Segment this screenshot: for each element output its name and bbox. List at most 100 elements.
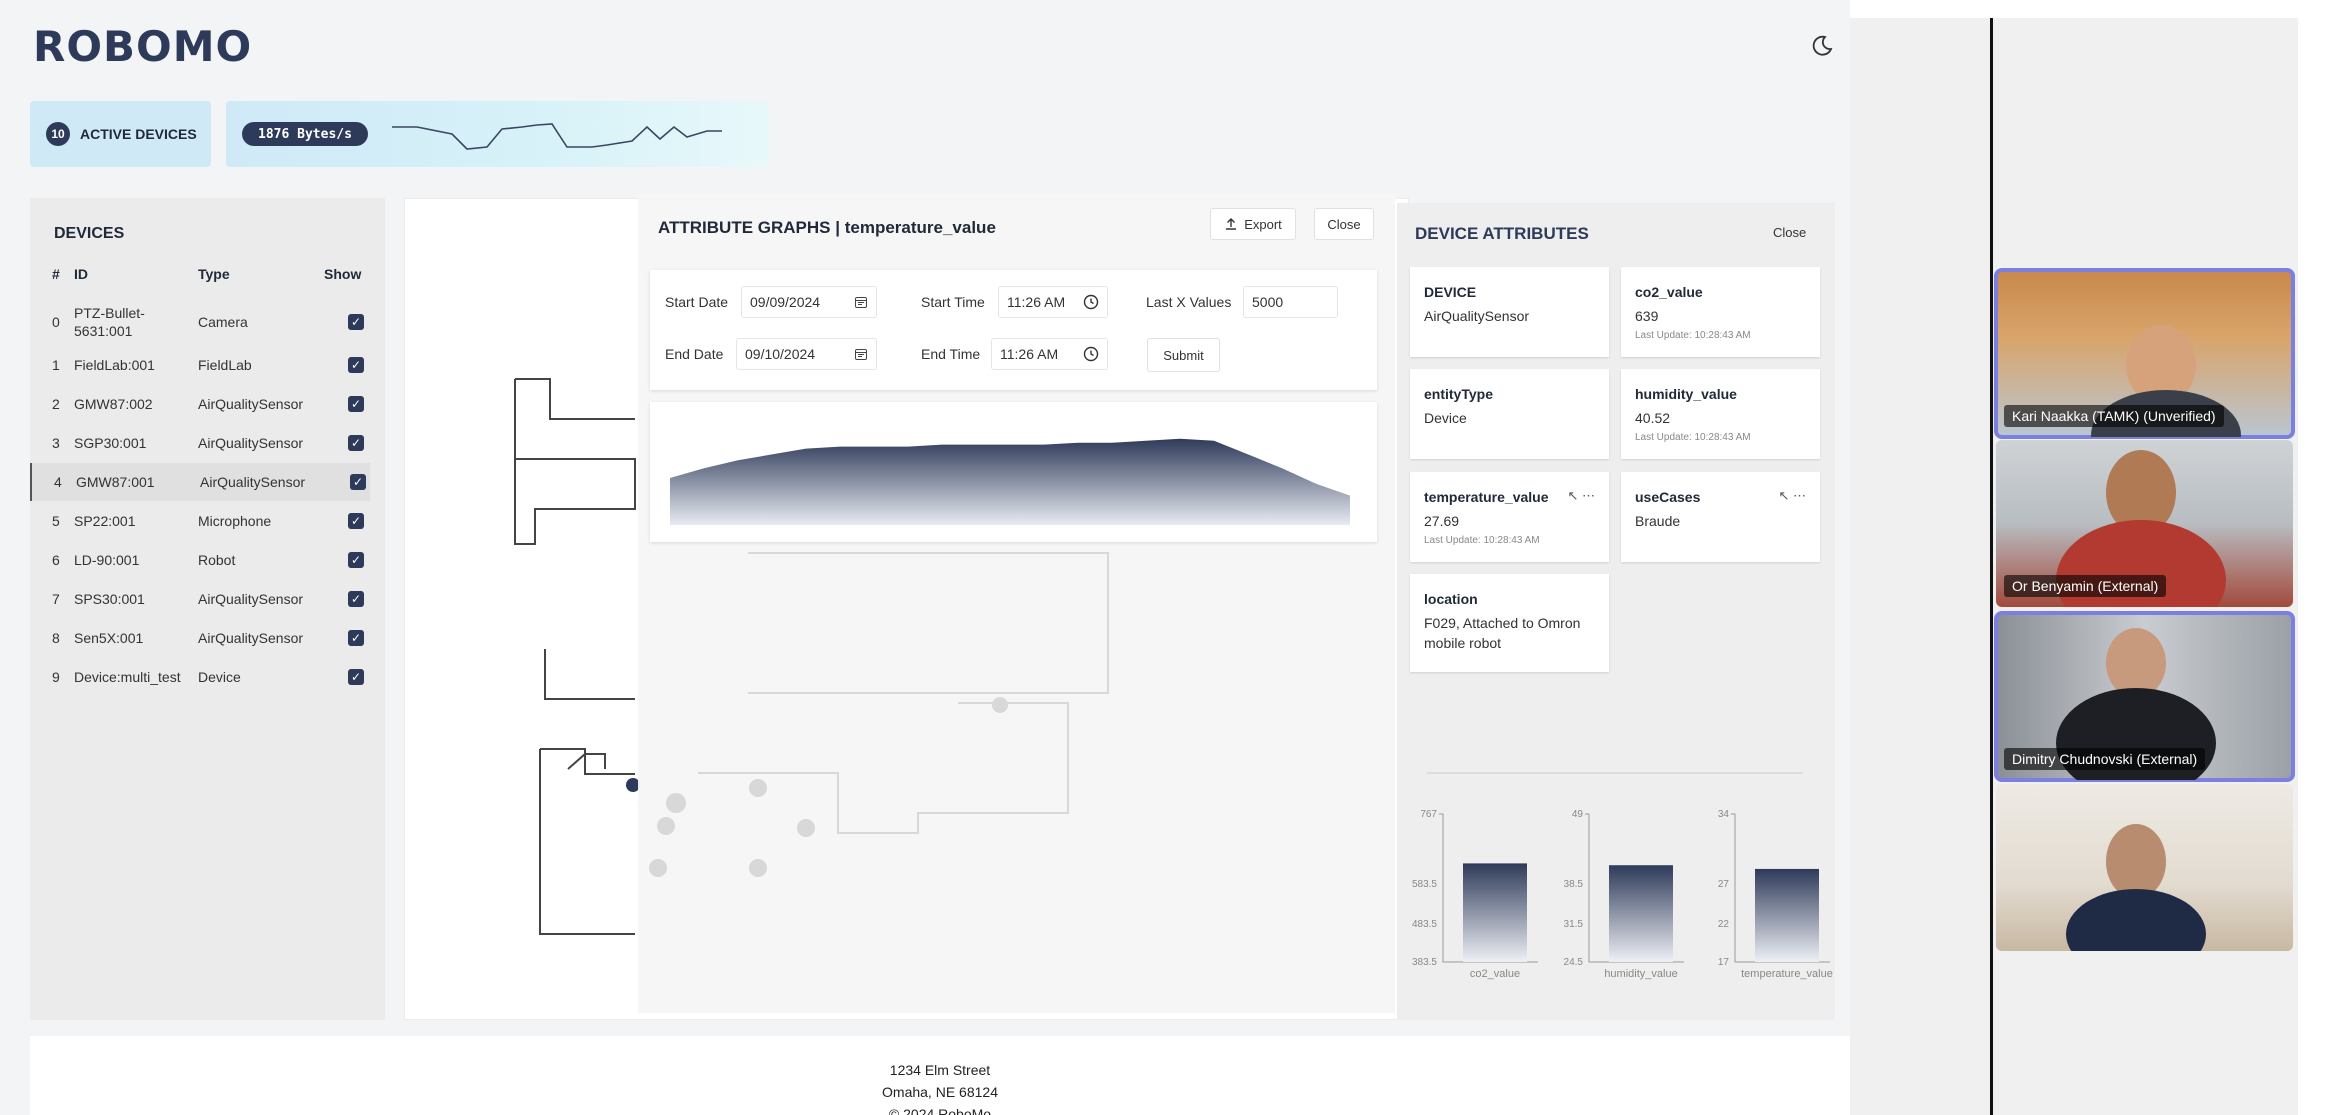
close-graphs-button[interactable]: Close (1314, 208, 1374, 240)
end-time-input[interactable]: 11:26 AM (991, 338, 1108, 370)
bar-tick-label: 22 (1718, 919, 1730, 930)
bar-category-label: humidity_value (1604, 968, 1677, 980)
end-date-label: End Date (665, 346, 724, 362)
start-time-input[interactable]: 11:26 AM (998, 286, 1108, 318)
last-x-input[interactable]: 5000 (1243, 286, 1338, 318)
end-date-input[interactable]: 09/10/2024 (736, 338, 877, 370)
device-row[interactable]: 8 Sen5X:001 AirQualitySensor ✓ (30, 619, 370, 657)
device-row[interactable]: 1 FieldLab:001 FieldLab ✓ (30, 346, 370, 384)
participant-name: Or Benyamin (External) (2004, 575, 2167, 597)
device-type: Camera (198, 314, 248, 330)
calendar-icon[interactable] (854, 347, 868, 361)
attr-card-co2: co2_value 639 Last Update: 10:28:43 AM (1621, 267, 1820, 357)
bar-tick-label: 49 (1572, 809, 1584, 820)
more-icon[interactable]: ⋯ (1793, 488, 1806, 503)
bar-tick-label: 38.5 (1564, 879, 1584, 890)
video-tile-participant-4[interactable] (1996, 784, 2293, 951)
device-num: 3 (52, 435, 60, 451)
clock-icon[interactable] (1083, 346, 1099, 362)
show-checkbox[interactable]: ✓ (348, 357, 364, 373)
video-tile-dimitry[interactable]: Dimitry Chudnovski (External) (1994, 611, 2295, 782)
bar-tick-label: 31.5 (1564, 919, 1584, 930)
attr-value: Braude (1635, 513, 1681, 529)
show-checkbox[interactable]: ✓ (348, 552, 364, 568)
show-checkbox[interactable]: ✓ (350, 474, 366, 490)
device-row[interactable]: 5 SP22:001 Microphone ✓ (30, 502, 370, 540)
attr-name: entityType (1424, 386, 1493, 402)
end-time-label: End Time (921, 346, 981, 362)
moon-icon[interactable] (1810, 34, 1834, 58)
attr-value: 27.69 (1424, 513, 1460, 529)
attr-last-update: Last Update: 10:28:43 AM (1635, 330, 1751, 341)
device-id: SGP30:001 (74, 435, 147, 451)
col-show: Show (324, 266, 362, 282)
device-row[interactable]: 2 GMW87:002 AirQualitySensor ✓ (30, 385, 370, 423)
device-num: 8 (52, 630, 60, 646)
more-icon[interactable]: ⋯ (1582, 488, 1595, 503)
attr-name: DEVICE (1424, 284, 1477, 300)
attr-value: AirQualitySensor (1424, 308, 1530, 324)
device-type: Device (198, 669, 241, 685)
footer-copyright: © 2024 RoboMo (888, 1106, 992, 1115)
device-type: AirQualitySensor (198, 435, 304, 451)
device-type: AirQualitySensor (200, 474, 306, 490)
device-row[interactable]: 7 SPS30:001 AirQualitySensor ✓ (30, 580, 370, 618)
start-date-input[interactable]: 09/09/2024 (741, 286, 877, 318)
device-num: 4 (54, 474, 62, 490)
show-checkbox[interactable]: ✓ (348, 396, 364, 412)
attr-name: humidity_value (1635, 386, 1737, 402)
start-time-value: 11:26 AM (1007, 294, 1066, 310)
calendar-icon[interactable] (854, 295, 868, 309)
attr-value: 639 (1635, 308, 1659, 324)
attribute-graphs-title: ATTRIBUTE GRAPHS | temperature_value (658, 218, 996, 237)
device-id: Sen5X:001 (74, 630, 144, 646)
bar-co2_value (1463, 863, 1527, 962)
show-checkbox[interactable]: ✓ (348, 669, 364, 685)
graph-filter-form: Start Date 09/09/2024 Start Time 11:26 A… (650, 270, 1377, 390)
export-label: Export (1244, 216, 1282, 232)
show-checkbox[interactable]: ✓ (348, 591, 364, 607)
show-checkbox[interactable]: ✓ (348, 314, 364, 330)
close-attributes-button[interactable]: Close (1773, 225, 1806, 240)
device-row[interactable]: 9 Device:multi_test Device ✓ (30, 658, 370, 696)
device-row[interactable]: 0 PTZ-Bullet-5631:001 Camera ✓ (30, 299, 370, 345)
show-checkbox[interactable]: ✓ (348, 630, 364, 646)
device-row[interactable]: 3 SGP30:001 AirQualitySensor ✓ (30, 424, 370, 462)
show-checkbox[interactable]: ✓ (348, 513, 364, 529)
attr-card-location: location F029, Attached to Omron mobile … (1410, 574, 1609, 672)
device-id: SPS30:001 (74, 591, 145, 607)
device-num: 0 (52, 314, 60, 330)
expand-icon[interactable]: ↖ (1778, 488, 1789, 503)
expand-icon[interactable]: ↖ (1567, 488, 1578, 503)
clock-icon[interactable] (1083, 294, 1099, 310)
video-tile-kari[interactable]: Kari Naakka (TAMK) (Unverified) (1994, 268, 2295, 439)
device-num: 5 (52, 513, 60, 529)
attr-card-usecases[interactable]: useCases ↖ ⋯ Braude (1621, 472, 1820, 562)
app-logo: ROBOMO (33, 22, 253, 71)
device-num: 9 (52, 669, 60, 685)
attr-value: Device (1424, 410, 1467, 426)
last-x-value: 5000 (1252, 294, 1284, 310)
show-checkbox[interactable]: ✓ (348, 435, 364, 451)
devices-title: DEVICES (54, 225, 125, 242)
device-type: AirQualitySensor (198, 591, 304, 607)
traffic-rate: 1876 Bytes/s (242, 122, 368, 146)
col-id: ID (74, 266, 88, 282)
video-tile-or[interactable]: Or Benyamin (External) (1996, 440, 2293, 607)
submit-button[interactable]: Submit (1147, 338, 1220, 372)
attr-name: co2_value (1635, 284, 1703, 300)
device-row[interactable]: 6 LD-90:001 Robot ✓ (30, 541, 370, 579)
start-date-value: 09/09/2024 (750, 294, 821, 310)
device-type: AirQualitySensor (198, 396, 304, 412)
attr-value: 40.52 (1635, 410, 1671, 426)
device-row[interactable]: 4 GMW87:001 AirQualitySensor ✓ (30, 463, 370, 501)
attr-last-update: Last Update: 10:28:43 AM (1424, 535, 1540, 546)
bar-tick-label: 767 (1420, 809, 1437, 820)
device-num: 2 (52, 396, 60, 412)
attr-card-humidity: humidity_value 40.52 Last Update: 10:28:… (1621, 369, 1820, 459)
device-id: Device:multi_test (74, 669, 181, 685)
start-time-label: Start Time (921, 294, 985, 310)
attr-card-temperature[interactable]: temperature_value ↖ ⋯ 27.69 Last Update:… (1410, 472, 1609, 562)
export-button[interactable]: Export (1210, 208, 1296, 240)
attributes-divider (1427, 772, 1803, 774)
